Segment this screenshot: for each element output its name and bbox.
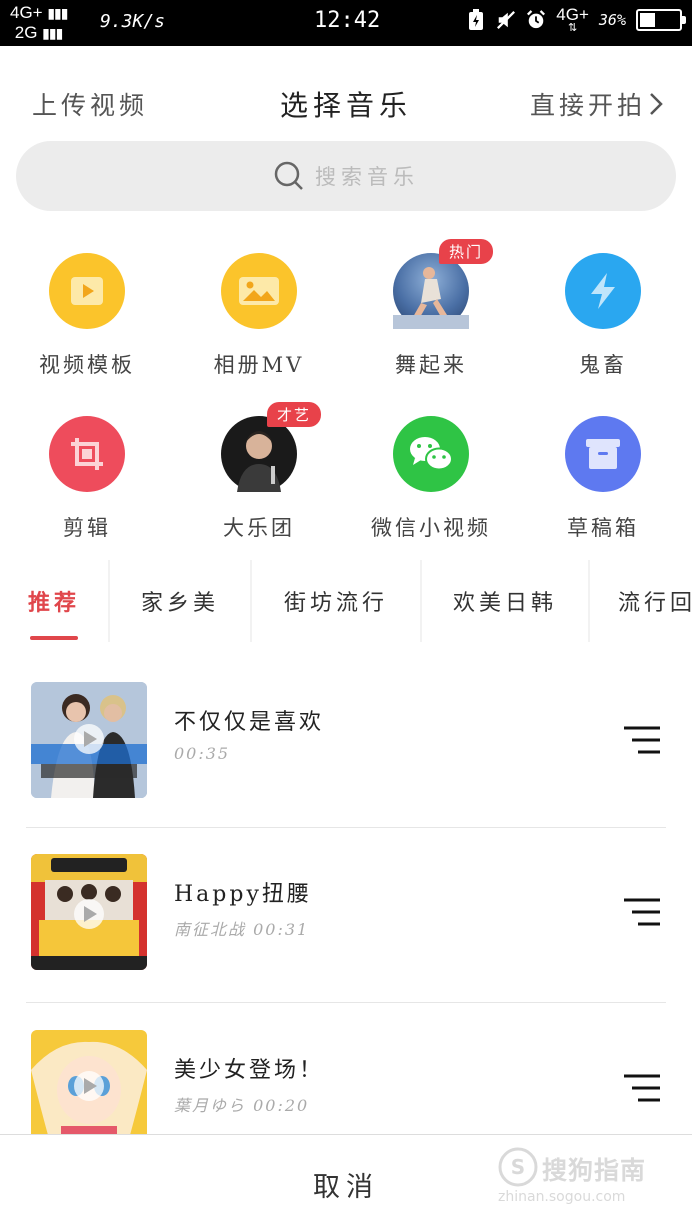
alarm-icon	[527, 9, 546, 28]
battery-percent: 36%	[598, 10, 626, 29]
photo-album-icon	[221, 253, 297, 329]
song-duration: 00:35	[174, 744, 231, 763]
dancer-avatar: 热门	[393, 239, 494, 329]
song-item[interactable]: 不仅仅是喜欢 00:35	[0, 652, 692, 828]
song-cover	[31, 1030, 147, 1146]
song-title: Happy扭腰	[174, 882, 312, 907]
feature-wechat-video[interactable]: 微信小视频	[345, 416, 517, 542]
network-speed: 9.3K/s	[100, 11, 166, 32]
clock: 12:42	[314, 8, 381, 33]
signal-bars-icon: ▮▮▮	[47, 5, 68, 21]
feature-kichiku[interactable]: 鬼畜	[517, 253, 689, 379]
feature-label: 鬼畜	[579, 353, 627, 377]
tab-hometown[interactable]: 家乡美	[110, 560, 252, 642]
network-type-top: 4G+	[10, 3, 43, 22]
feature-label: 微信小视频	[371, 516, 491, 540]
network-type-right: 4G+ ⇅	[556, 5, 589, 34]
tab-recommended[interactable]: 推荐	[0, 560, 110, 642]
sogou-logo-icon: S	[498, 1147, 538, 1187]
song-artist-duration: 葉月ゆら 00:20	[174, 1096, 310, 1115]
wechat-icon	[393, 416, 469, 492]
chevron-right-icon	[650, 93, 663, 115]
song-item[interactable]: Happy扭腰 南征北战 00:31	[0, 824, 692, 1000]
mute-icon	[497, 10, 516, 29]
feature-drafts[interactable]: 草稿箱	[517, 416, 689, 542]
feature-label: 舞起来	[395, 353, 467, 377]
video-template-icon	[49, 253, 125, 329]
search-placeholder: 搜索音乐	[315, 165, 419, 189]
battery-saver-icon	[469, 8, 484, 30]
feature-orchestra[interactable]: 才艺 大乐团	[173, 402, 345, 542]
status-bar: 4G+ ▮▮▮ 2G ▮▮▮ 9.3K/s 12:42 4G+ ⇅ 36%	[0, 0, 692, 46]
shoot-directly-label: 直接开拍	[529, 91, 646, 120]
draft-box-icon	[565, 416, 641, 492]
crop-icon	[49, 416, 125, 492]
feature-edit[interactable]: 剪辑	[1, 416, 173, 542]
feature-label: 大乐团	[223, 516, 295, 540]
shoot-directly-button[interactable]: 直接开拍	[530, 86, 664, 122]
feature-dance[interactable]: 热门 舞起来	[345, 239, 517, 379]
network-type-bottom: 2G	[14, 23, 38, 42]
tab-pop-retro[interactable]: 流行回	[590, 560, 692, 642]
tab-street-pop[interactable]: 街坊流行	[252, 560, 422, 642]
feature-video-template[interactable]: 视频模板	[1, 253, 173, 379]
tab-label: 推荐	[27, 590, 80, 616]
svg-text:S: S	[511, 1155, 525, 1179]
song-menu-icon[interactable]	[622, 1072, 662, 1104]
bottom-bar: 取消 S 搜狗指南 zhinan.sogou.com	[0, 1134, 692, 1230]
watermark: S 搜狗指南 zhinan.sogou.com	[498, 1145, 670, 1215]
feature-label: 相册MV	[213, 353, 305, 377]
tab-label: 欢美日韩	[452, 591, 557, 616]
tab-label: 街坊流行	[283, 591, 388, 616]
header: 上传视频 选择音乐 直接开拍	[0, 70, 692, 136]
search-icon	[274, 161, 303, 190]
watermark-url: zhinan.sogou.com	[498, 1189, 626, 1205]
song-title: 不仅仅是喜欢	[174, 710, 325, 735]
song-menu-icon[interactable]	[622, 896, 662, 928]
network-indicator: 4G+ ▮▮▮ 2G ▮▮▮	[10, 3, 68, 43]
feature-label: 草稿箱	[567, 516, 639, 540]
tab-label: 家乡美	[140, 591, 219, 616]
song-menu-icon[interactable]	[622, 724, 662, 756]
active-tab-indicator	[30, 636, 78, 640]
feature-label: 视频模板	[39, 353, 135, 377]
tab-western-jk[interactable]: 欢美日韩	[422, 560, 590, 642]
battery-icon	[636, 8, 686, 31]
talent-badge: 才艺	[267, 402, 322, 427]
hot-badge: 热门	[439, 239, 494, 264]
watermark-brand: 搜狗指南	[542, 1156, 647, 1185]
signal-bars-icon: ▮▮▮	[42, 25, 63, 41]
category-tabs: 推荐 家乡美 街坊流行 欢美日韩 流行回	[0, 560, 692, 642]
search-input[interactable]: 搜索音乐	[16, 141, 676, 211]
singer-avatar: 才艺	[221, 402, 322, 492]
song-cover	[31, 682, 147, 798]
lightning-icon	[565, 253, 641, 329]
song-cover	[31, 854, 147, 970]
song-title: 美少女登场！	[174, 1058, 325, 1083]
feature-label: 剪辑	[63, 516, 111, 540]
song-artist-duration: 南征北战 00:31	[174, 920, 310, 939]
feature-photo-album-mv[interactable]: 相册MV	[173, 253, 345, 379]
tab-label: 流行回	[618, 591, 692, 616]
